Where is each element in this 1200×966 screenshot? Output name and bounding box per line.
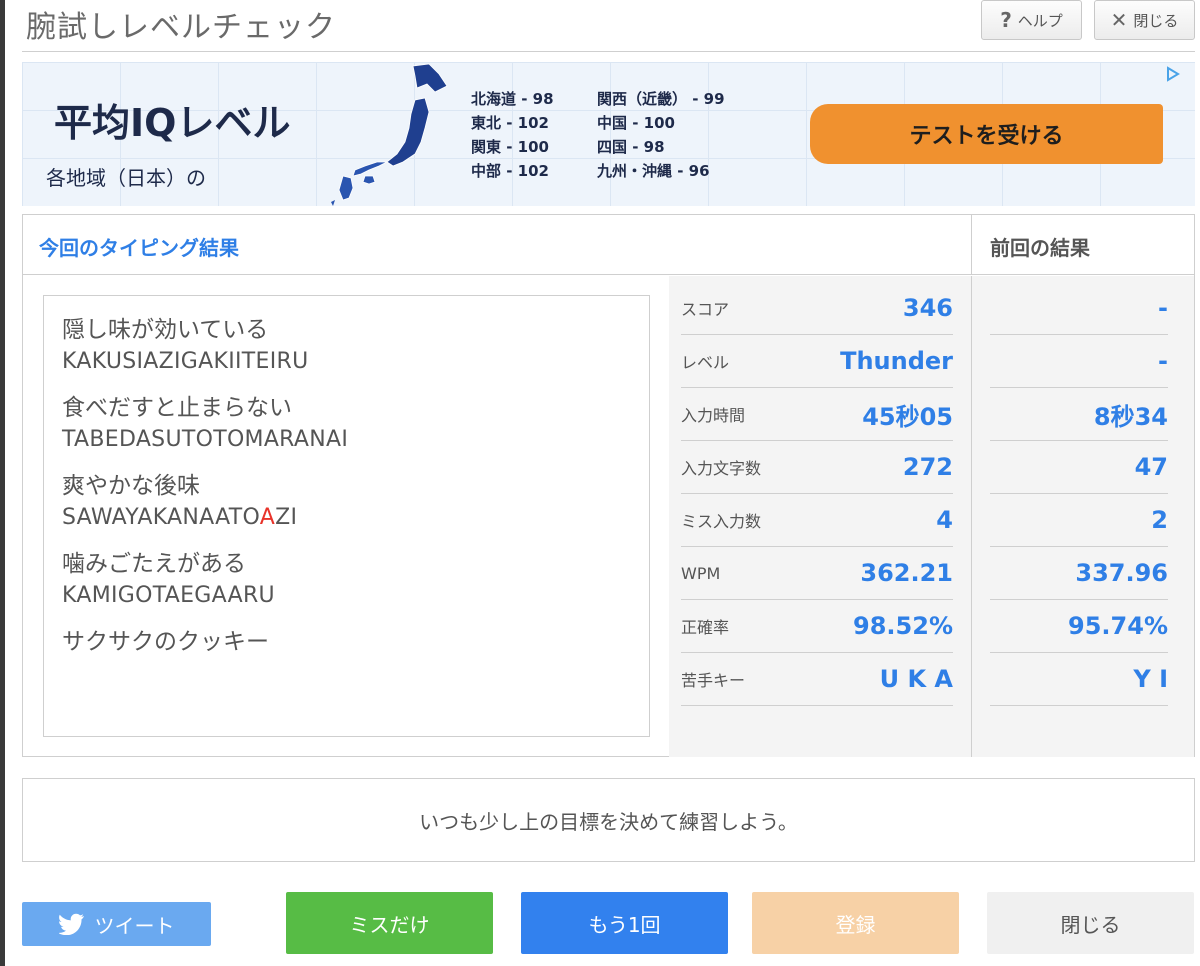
help-label: ヘルプ <box>1017 11 1063 30</box>
prev-stat-chars: 47 <box>990 441 1168 494</box>
ad-region: 四国 - 98 <box>597 138 665 156</box>
prev-stat-time: 8秒34 <box>990 388 1168 441</box>
typed-text-box: 隠し味が効いている KAKUSIAZIGAKIITEIRU 食べだすと止まらない… <box>43 295 650 737</box>
phrase-romaji: KAMIGOTAEGAARU <box>62 583 275 608</box>
prev-stat-misses: 2 <box>990 494 1168 547</box>
phrase-item: 爽やかな後味 SAWAYAKANAATOAZI <box>62 470 631 534</box>
ad-region: 九州・沖縄 - 96 <box>597 162 710 180</box>
close-button[interactable]: 閉じる <box>987 892 1194 954</box>
miss-highlight: A <box>259 505 276 530</box>
phrase-japanese: 食べだすと止まらない <box>62 395 292 421</box>
adchoices-icon[interactable] <box>1165 66 1181 82</box>
current-results-title: 今回のタイピング結果 <box>39 236 239 260</box>
results-panel: 今回のタイピング結果 前回の結果 隠し味が効いている KAKUSIAZIGAKI… <box>22 214 1195 757</box>
ad-region: 中部 - 102 <box>471 162 549 180</box>
stat-row-wpm: WPM 362.21 <box>681 547 953 600</box>
window-title: 腕試しレベルチェック <box>26 10 336 45</box>
phrase-japanese: 噛みごたえがある <box>62 551 246 577</box>
phrase-item: 噛みごたえがある KAMIGOTAEGAARU <box>62 548 631 612</box>
help-button[interactable]: ? ヘルプ <box>981 0 1082 40</box>
window-edge <box>0 0 5 966</box>
current-stats: スコア 346 レベル Thunder 入力時間 45秒05 入力文字数 272 ミス入… <box>669 276 972 757</box>
phrase-japanese: 隠し味が効いている <box>62 317 269 343</box>
previous-results-header: 前回の結果 <box>972 215 1194 275</box>
register-button[interactable]: 登録 <box>752 892 959 954</box>
twitter-bird-icon <box>58 913 84 935</box>
ad-subline: 各地域（日本）の <box>46 166 206 190</box>
close-icon: ✕ <box>1110 8 1128 32</box>
stat-row-chars: 入力文字数 272 <box>681 441 953 494</box>
previous-stats: - - 8秒34 47 2 337.96 95.74% Y I <box>972 276 1194 757</box>
phrase-romaji: SAWAYAKANAATOAZI <box>62 505 298 530</box>
phrase-romaji: TABEDASUTOTOMARANAI <box>62 427 349 452</box>
prev-stat-weak-keys: Y I <box>990 653 1168 706</box>
stat-row-level: レベル Thunder <box>681 335 953 388</box>
question-icon: ? <box>1000 8 1012 32</box>
phrase-japanese: サクサクのクッキー <box>62 629 269 655</box>
ad-region-list-1: 北海道 - 98 東北 - 102 関東 - 100 中部 - 102 <box>471 90 554 181</box>
prev-stat-level: - <box>990 335 1168 388</box>
retry-button[interactable]: もう1回 <box>521 892 728 954</box>
ad-headline: 平均IQレベル <box>54 101 291 145</box>
japan-map-icon <box>331 63 448 206</box>
ad-region: 北海道 - 98 <box>471 90 554 108</box>
tweet-button[interactable]: ツイート <box>22 902 211 946</box>
stat-row-accuracy: 正確率 98.52% <box>681 600 953 653</box>
prev-stat-accuracy: 95.74% <box>990 600 1168 653</box>
current-results-header: 今回のタイピング結果 <box>23 215 972 275</box>
prev-stat-score: - <box>990 282 1168 335</box>
stat-row-score: スコア 346 <box>681 282 953 335</box>
ad-region: 中国 - 100 <box>597 114 675 132</box>
miss-only-button[interactable]: ミスだけ <box>286 892 493 954</box>
ad-cta-button[interactable]: テストを受ける <box>810 104 1163 164</box>
ad-region: 関東 - 100 <box>471 138 549 156</box>
close-window-button[interactable]: ✕ 閉じる <box>1094 0 1195 40</box>
prev-stat-wpm: 337.96 <box>990 547 1168 600</box>
ad-banner[interactable]: 平均IQレベル 各地域（日本）の 北海道 - 98 東北 - 102 関東 - … <box>22 62 1195 206</box>
title-divider <box>22 51 1195 52</box>
stat-row-weak-keys: 苦手キー U K A <box>681 653 953 706</box>
previous-results-title: 前回の結果 <box>990 236 1090 260</box>
phrase-japanese: 爽やかな後味 <box>62 473 200 499</box>
phrase-item: 食べだすと止まらない TABEDASUTOTOMARANAI <box>62 392 631 456</box>
phrase-romaji: KAKUSIAZIGAKIITEIRU <box>62 349 309 374</box>
close-window-label: 閉じる <box>1133 11 1179 30</box>
ad-region-list-2: 関西（近畿） - 99 中国 - 100 四国 - 98 九州・沖縄 - 96 <box>597 90 725 181</box>
phrase-item: 隠し味が効いている KAKUSIAZIGAKIITEIRU <box>62 314 631 378</box>
stat-row-misses: ミス入力数 4 <box>681 494 953 547</box>
phrase-item: サクサクのクッキー <box>62 626 631 658</box>
tweet-label: ツイート <box>94 913 175 938</box>
advice-message: いつも少し上の目標を決めて練習しよう。 <box>22 778 1195 862</box>
ad-region: 東北 - 102 <box>471 114 549 132</box>
ad-region: 関西（近畿） - 99 <box>597 90 725 108</box>
stat-row-time: 入力時間 45秒05 <box>681 388 953 441</box>
